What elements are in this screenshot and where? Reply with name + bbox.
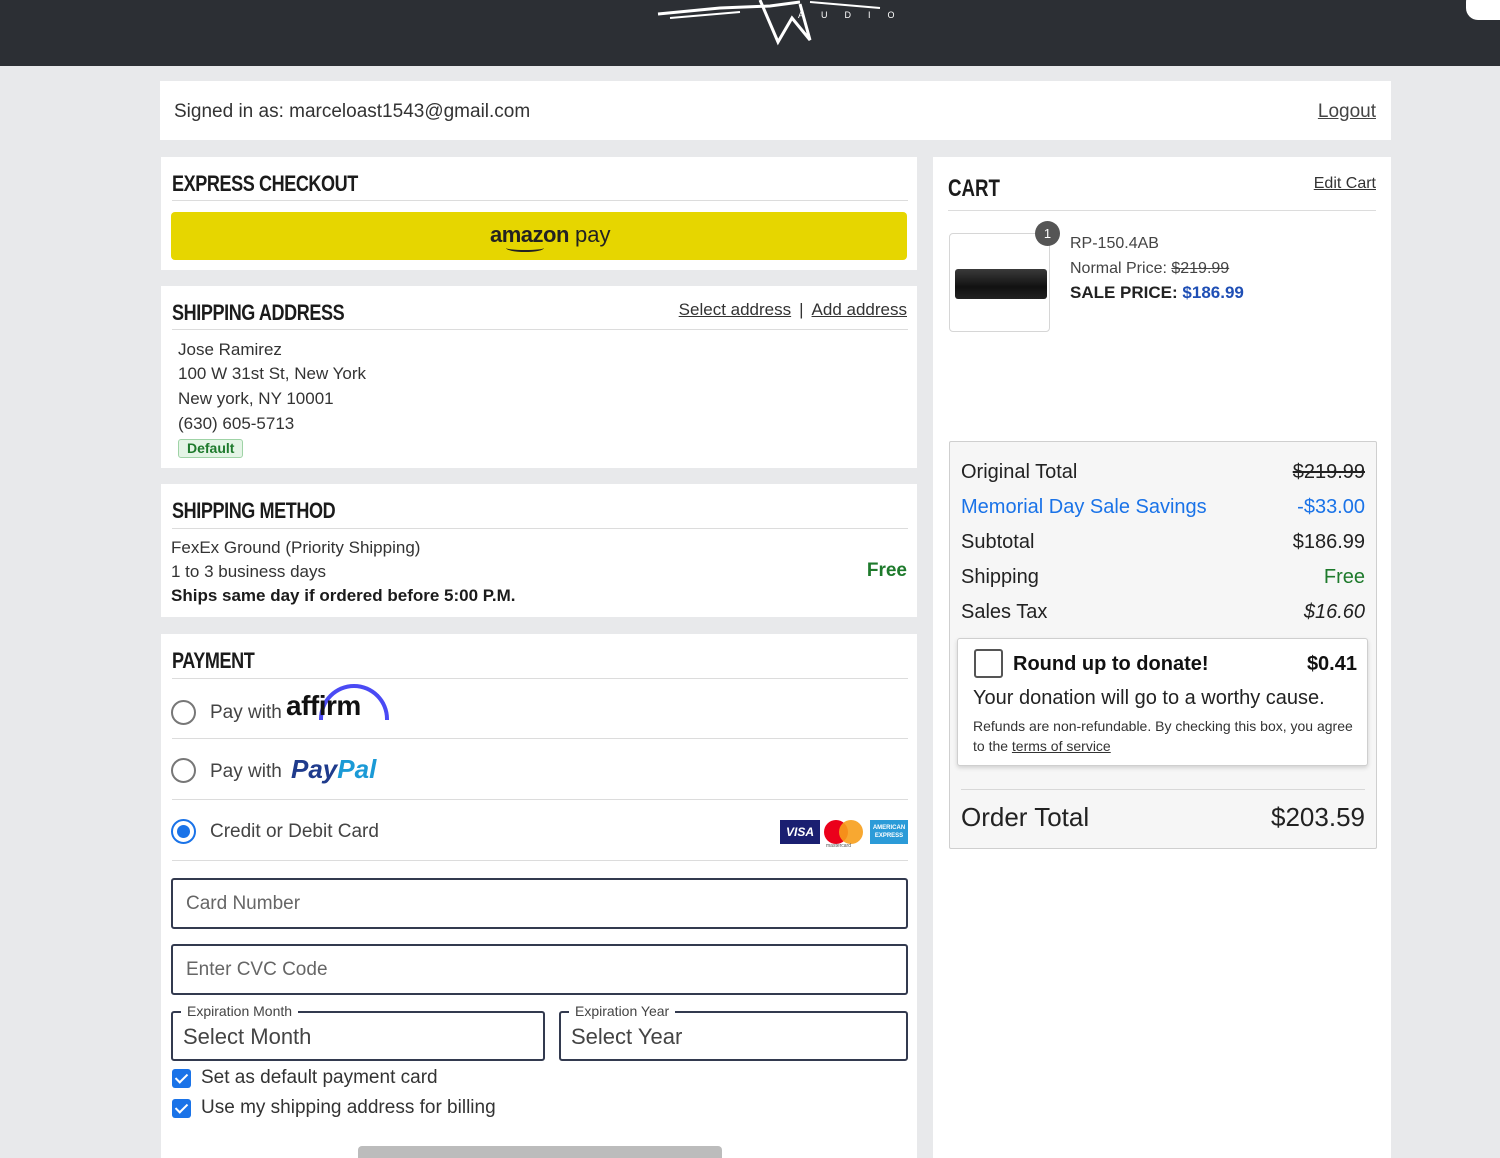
subtotal-row: Subtotal $186.99 <box>961 531 1365 553</box>
product-thumbnail[interactable] <box>949 233 1050 332</box>
order-summary: Original Total $219.99 Memorial Day Sale … <box>949 441 1377 849</box>
amex-icon: AMERICAN EXPRESS <box>870 820 908 844</box>
default-card-checkbox[interactable] <box>172 1069 191 1088</box>
shipping-row: Shipping Free <box>961 566 1365 588</box>
express-checkout-section: EXPRESS CHECKOUT amazon pay <box>161 157 917 270</box>
donate-checkbox[interactable] <box>974 649 1003 678</box>
expiration-year-select[interactable]: Expiration Year Select Year <box>559 1003 908 1061</box>
logout-link[interactable]: Logout <box>1318 101 1376 123</box>
logo-subtext: AUDIO <box>798 10 912 20</box>
divider <box>948 210 1376 211</box>
shipping-method-days: 1 to 3 business days <box>171 562 326 581</box>
donate-fine-print: Refunds are non-refundable. By checking … <box>973 718 1353 754</box>
amazon-pay-button[interactable]: amazon pay <box>171 212 907 260</box>
paypal-radio[interactable] <box>171 758 196 783</box>
divider <box>172 200 908 201</box>
shipping-address-title: SHIPPING ADDRESS <box>172 300 345 325</box>
donation-box: Round up to donate! $0.41 Your donation … <box>957 638 1368 766</box>
pay-card-option[interactable]: Credit or Debit Card VISA mastercard AME… <box>171 808 908 868</box>
select-address-link[interactable]: Select address <box>679 300 791 319</box>
edit-cart-link[interactable]: Edit Cart <box>1314 175 1376 193</box>
expiration-month-value: Select Month <box>183 1024 312 1049</box>
pay-affirm-option[interactable]: Pay with affirm <box>171 684 908 750</box>
divider <box>172 678 908 679</box>
donate-description: Your donation will go to a worthy cause. <box>973 687 1325 709</box>
divider <box>172 528 908 529</box>
place-order-button[interactable] <box>358 1146 722 1158</box>
shipping-method-title: SHIPPING METHOD <box>172 498 336 523</box>
header-search-pill[interactable] <box>1466 0 1500 20</box>
address-phone: (630) 605-5713 <box>178 414 295 433</box>
account-bar: Signed in as: marceloast1543@gmail.com L… <box>160 81 1391 140</box>
mastercard-icon: mastercard <box>824 820 864 849</box>
payment-title: PAYMENT <box>172 648 255 673</box>
divider <box>172 738 908 739</box>
card-option-label: Credit or Debit Card <box>210 821 379 842</box>
divider <box>172 799 908 800</box>
billing-address-checkbox[interactable] <box>172 1099 191 1118</box>
sales-tax-row: Sales Tax $16.60 <box>961 601 1365 623</box>
brand-logo[interactable] <box>650 0 910 46</box>
divider <box>961 789 1365 790</box>
address-street: 100 W 31st St, New York <box>178 364 367 383</box>
product-sku: RP-150.4AB <box>1070 235 1159 252</box>
donate-title: Round up to donate! <box>1013 653 1209 675</box>
site-header: AUDIO <box>0 0 1500 66</box>
amazon-smile-icon <box>506 244 544 252</box>
quantity-badge: 1 <box>1035 221 1060 246</box>
default-card-label: Set as default payment card <box>201 1067 438 1088</box>
paypal-logo: PayPal <box>291 754 377 784</box>
amplifier-image <box>955 269 1047 299</box>
expiration-year-value: Select Year <box>571 1024 683 1049</box>
cart-section: CART Edit Cart 1 RP-150.4AB Normal Price… <box>933 157 1391 1158</box>
affirm-radio[interactable] <box>171 700 196 725</box>
expiration-year-legend: Expiration Year <box>569 1003 676 1019</box>
donate-amount: $0.41 <box>1306 653 1357 675</box>
cvc-input[interactable]: Enter CVC Code <box>171 944 908 995</box>
add-address-link[interactable]: Add address <box>812 300 907 319</box>
signed-in-text: Signed in as: marceloast1543@gmail.com <box>174 101 531 122</box>
cart-title: CART <box>948 175 1000 202</box>
affirm-prefix: Pay with <box>210 702 282 723</box>
divider <box>172 329 908 330</box>
address-city: New york, NY 10001 <box>178 389 334 408</box>
billing-address-label: Use my shipping address for billing <box>201 1097 496 1118</box>
affirm-logo: affirm <box>286 690 361 721</box>
card-number-input[interactable]: Card Number <box>171 878 908 929</box>
shipping-cutoff-note: Ships same day if ordered before 5:00 P.… <box>171 586 516 605</box>
paypal-prefix: Pay with <box>210 761 282 782</box>
expiration-month-select[interactable]: Expiration Month Select Month <box>171 1003 545 1061</box>
shipping-method-name: FexEx Ground (Priority Shipping) <box>171 538 421 557</box>
visa-icon: VISA <box>780 820 820 844</box>
savings-row: Memorial Day Sale Savings -$33.00 <box>961 496 1365 518</box>
link-separator: | <box>799 300 804 319</box>
payment-section: PAYMENT Pay with affirm Pay with PayPal … <box>161 634 917 1158</box>
normal-price: Normal Price: $219.99 <box>1070 260 1230 277</box>
card-radio[interactable] <box>171 819 196 844</box>
express-checkout-title: EXPRESS CHECKOUT <box>172 171 358 196</box>
address-name: Jose Ramirez <box>178 340 282 359</box>
original-total-row: Original Total $219.99 <box>961 461 1365 483</box>
sale-price: SALE PRICE: $186.99 <box>1070 283 1244 302</box>
divider <box>172 860 908 861</box>
expiration-month-legend: Expiration Month <box>181 1003 299 1019</box>
shipping-method-section: SHIPPING METHOD FexEx Ground (Priority S… <box>161 484 917 617</box>
shipping-method-price: Free <box>866 560 907 581</box>
default-badge: Default <box>178 439 244 458</box>
shipping-address-section: SHIPPING ADDRESS Select address | Add addr… <box>161 286 917 468</box>
terms-of-service-link[interactable]: terms of service <box>1012 738 1111 754</box>
address-actions: Select address | Add address <box>679 300 907 320</box>
